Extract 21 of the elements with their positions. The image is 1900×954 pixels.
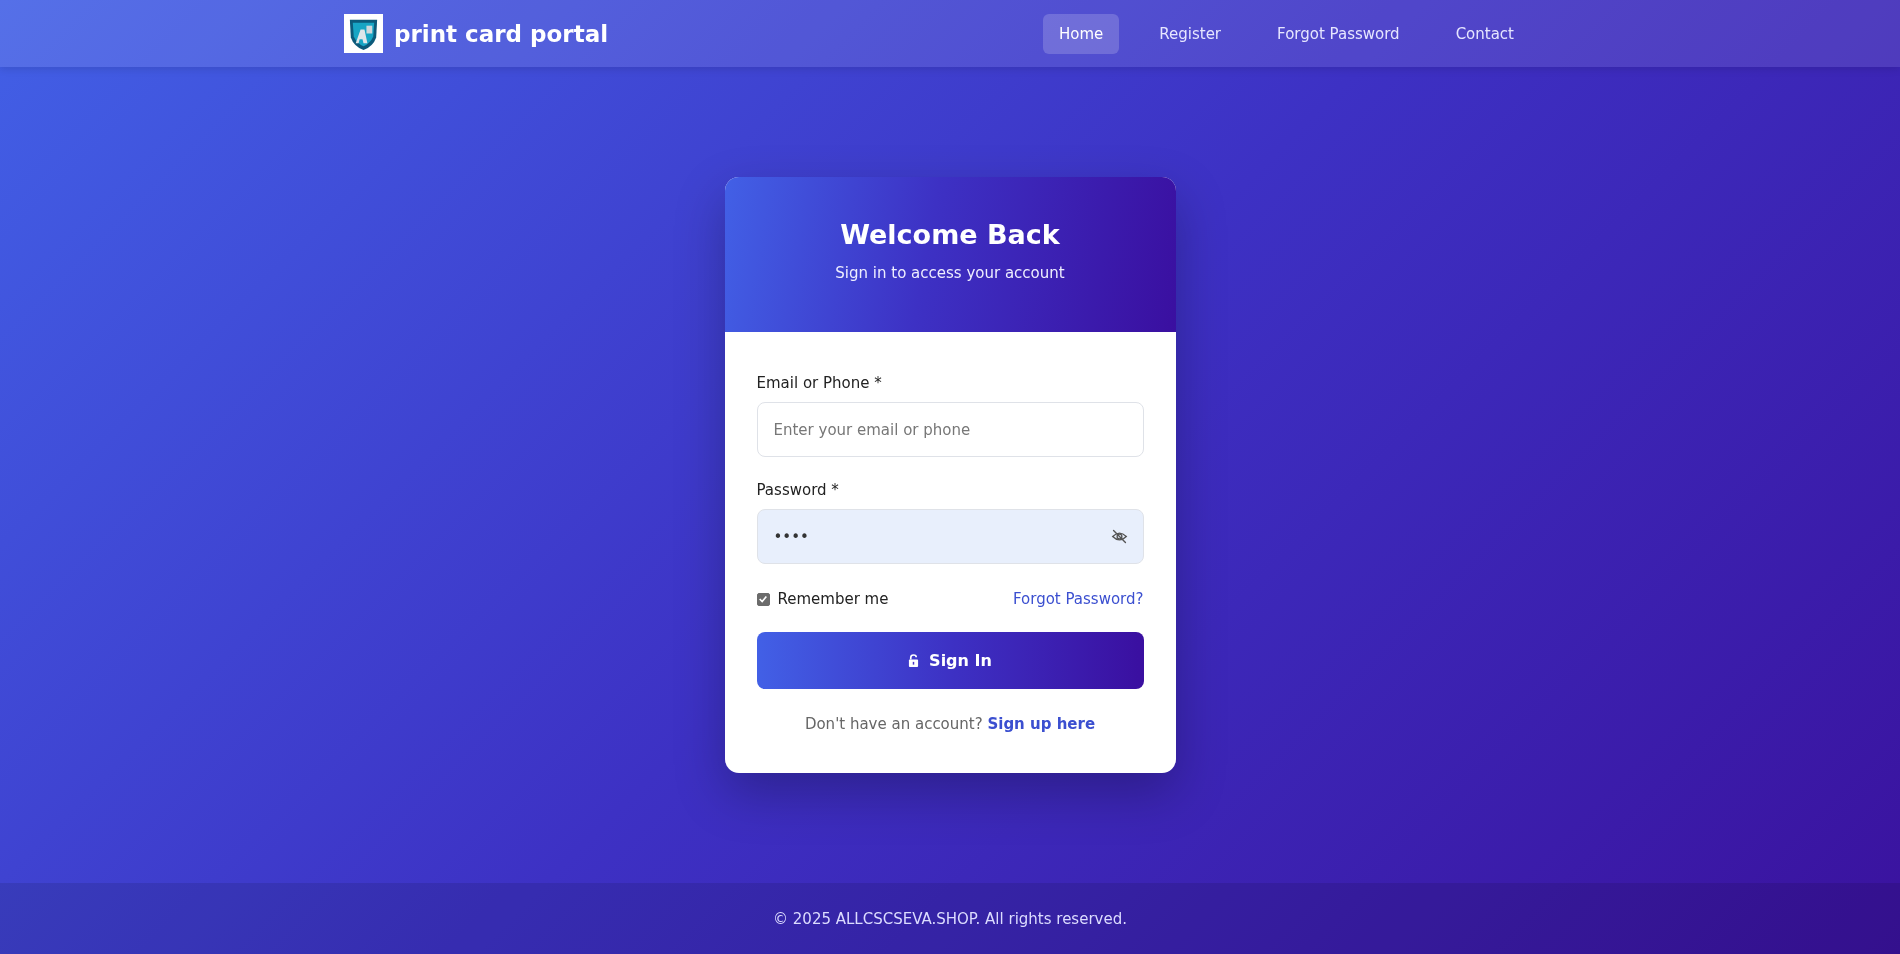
shield-logo-icon <box>344 14 383 53</box>
forgot-password-link[interactable]: Forgot Password? <box>1012 590 1144 608</box>
field-label: Email or Phone * <box>756 374 883 392</box>
card-subtitle: Sign in to access your account <box>834 264 1066 282</box>
nav-link[interactable]: Home <box>1043 13 1120 54</box>
email-field[interactable]: Enter your email or phone <box>756 402 1144 457</box>
sign-in-button[interactable]: Sign In <box>756 632 1144 689</box>
nav-link[interactable]: Forgot Password <box>1261 13 1416 54</box>
signup-prompt: Don't have an account? Sign up here <box>803 715 1097 733</box>
nav-link[interactable]: Contact <box>1439 13 1530 54</box>
field-label: Password * <box>756 481 840 499</box>
card-title: Welcome Back <box>839 219 1061 250</box>
lock-icon <box>908 654 920 667</box>
password-field[interactable]: •••• <box>756 509 1144 564</box>
brand-name[interactable]: print card portal <box>394 20 609 47</box>
eye-slash-icon[interactable] <box>1110 528 1128 545</box>
nav-link[interactable]: Register <box>1143 13 1238 54</box>
copyright-text: © 2025 ALLCSCSEVA.SHOP. All rights reserved. <box>773 909 1127 928</box>
sign-up-link[interactable]: Sign up here <box>987 715 1096 733</box>
remember-checkbox[interactable] <box>756 592 770 606</box>
checkbox-label: Remember me <box>777 590 889 608</box>
